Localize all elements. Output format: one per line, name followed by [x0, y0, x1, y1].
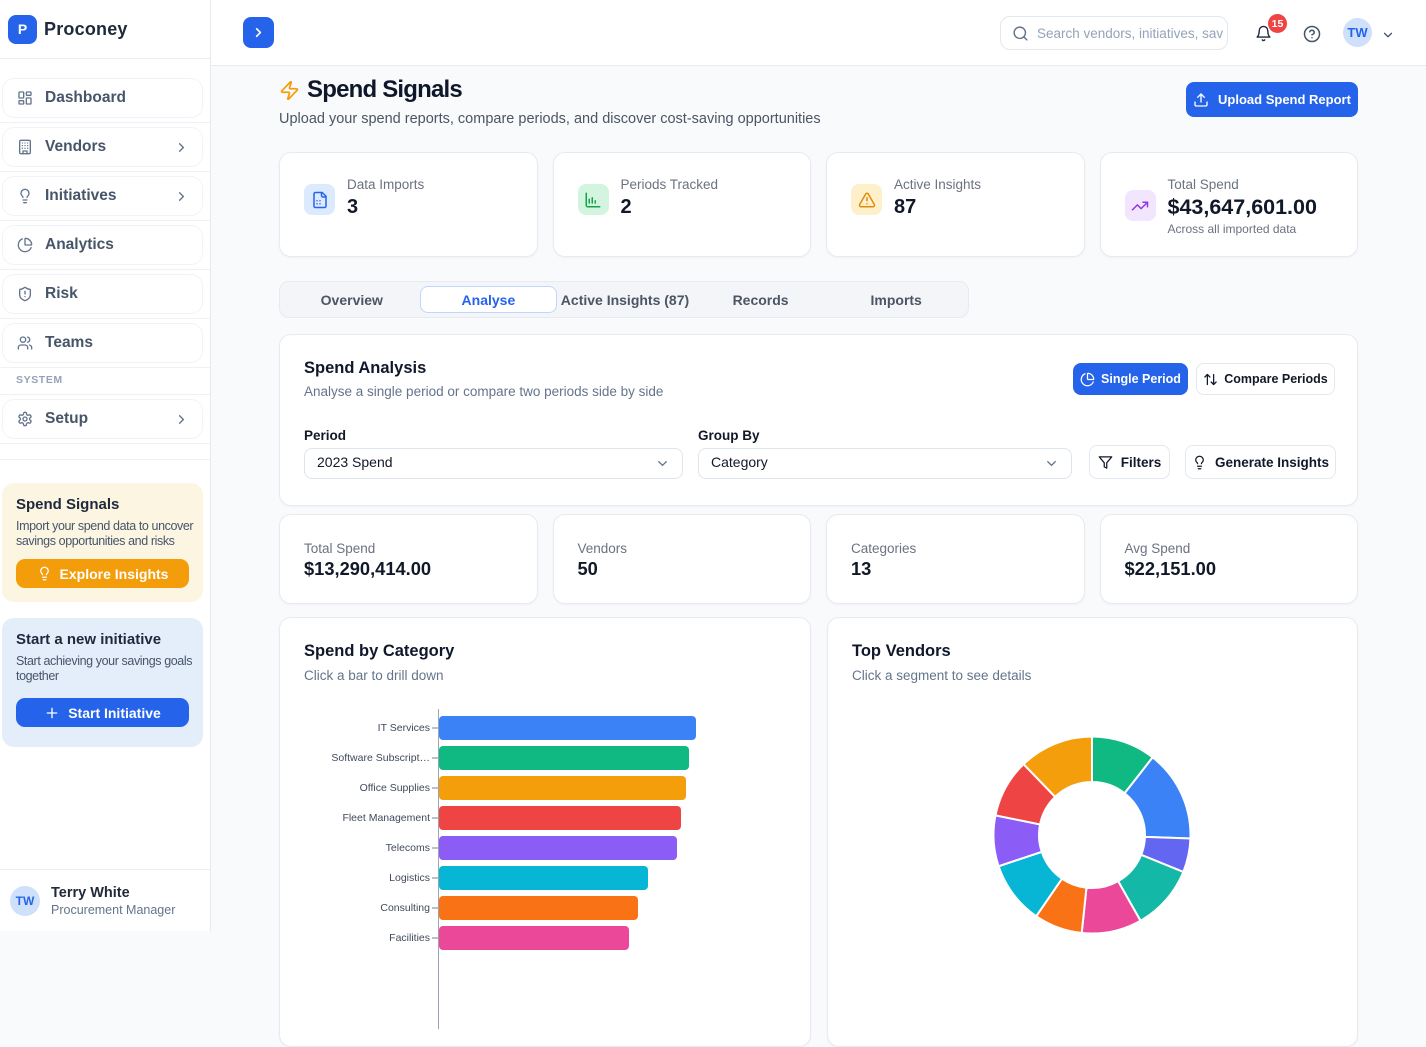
svg-text:Fleet Management: Fleet Management	[342, 812, 430, 824]
svg-text:Logistics: Logistics	[389, 872, 430, 884]
svg-text:Facilities: Facilities	[389, 932, 430, 944]
svg-text:Office Supplies: Office Supplies	[360, 782, 430, 794]
svg-text:IT Services: IT Services	[378, 722, 430, 734]
svg-text:Software Subscript…: Software Subscript…	[331, 752, 430, 764]
svg-text:Telecoms: Telecoms	[386, 842, 430, 854]
svg-text:Consulting: Consulting	[380, 902, 430, 914]
